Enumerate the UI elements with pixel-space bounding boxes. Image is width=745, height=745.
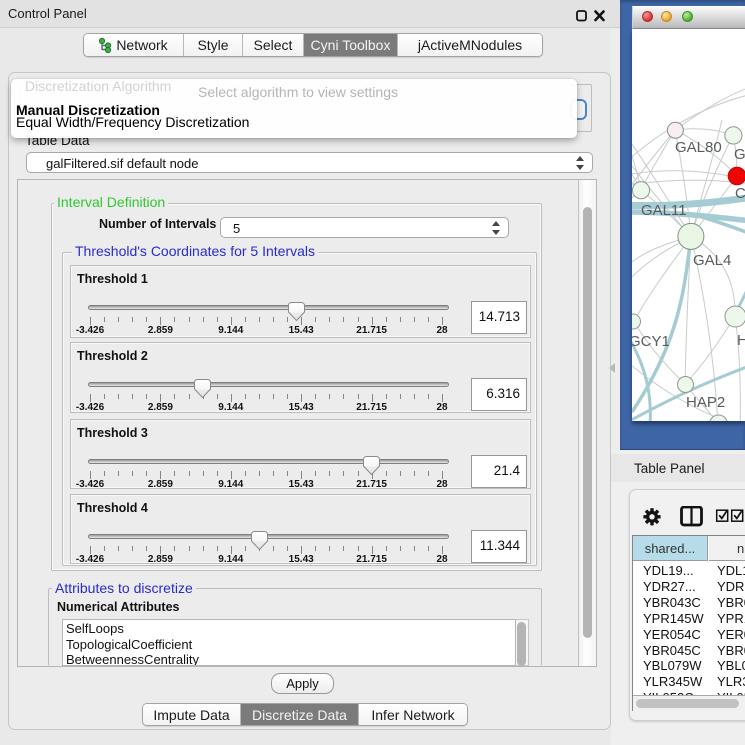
svg-text:CDC: CDC [735,185,745,202]
svg-text:HAP2: HAP2 [686,394,725,411]
svg-text:GAL4: GAL4 [693,252,731,269]
svg-text:HIS7: HIS7 [737,332,745,349]
svg-text:GCY1: GCY1 [632,333,670,350]
svg-text:GAL80: GAL80 [675,139,722,156]
svg-text:GAL11: GAL11 [641,202,687,219]
svg-text:GAL7: GAL7 [734,146,745,163]
